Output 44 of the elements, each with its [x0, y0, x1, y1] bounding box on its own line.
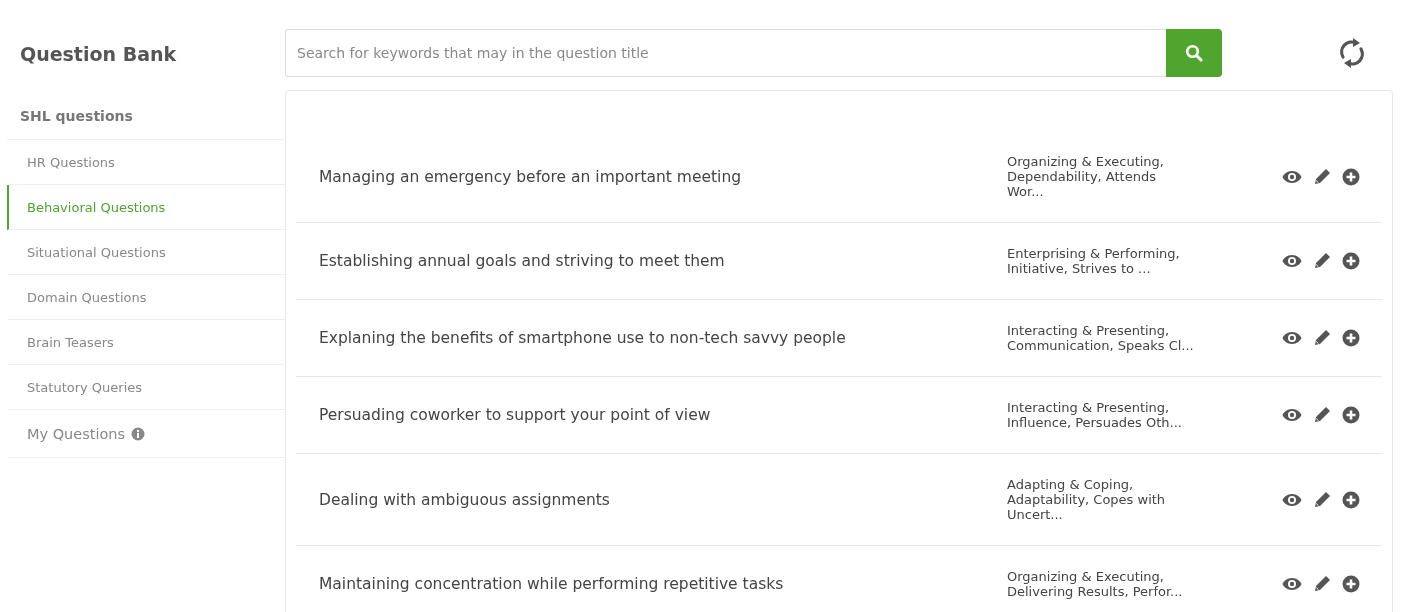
- sidebar-item[interactable]: Brain Teasers: [7, 320, 285, 365]
- pencil-icon[interactable]: [1313, 329, 1331, 347]
- search-icon: [1185, 44, 1203, 62]
- sidebar-item[interactable]: My Questions: [7, 410, 285, 458]
- sidebar-item[interactable]: Behavioral Questions: [7, 185, 285, 230]
- pencil-icon[interactable]: [1313, 167, 1331, 186]
- plus-circle-icon[interactable]: [1342, 490, 1360, 509]
- eye-icon[interactable]: [1282, 254, 1302, 268]
- plus-circle-icon[interactable]: [1342, 167, 1360, 186]
- question-title[interactable]: Maintaining concentration while performing repetitive tasks: [296, 575, 1007, 593]
- question-title[interactable]: Establishing annual goals and striving to meet them: [296, 252, 1007, 270]
- sidebar-item[interactable]: Statutory Queries: [7, 365, 285, 410]
- pencil-icon[interactable]: [1313, 406, 1331, 424]
- eye-icon[interactable]: [1282, 331, 1302, 345]
- question-title[interactable]: Explaning the benefits of smartphone use to non-tech savvy people: [296, 329, 1007, 347]
- plus-circle-icon[interactable]: [1342, 329, 1360, 347]
- sidebar-item[interactable]: Situational Questions: [7, 230, 285, 275]
- question-tags: Adapting & Coping, Adaptability, Copes with Uncert...: [1007, 477, 1222, 522]
- sidebar-item[interactable]: Domain Questions: [7, 275, 285, 320]
- sidebar-item[interactable]: HR Questions: [7, 140, 285, 185]
- eye-icon[interactable]: [1282, 169, 1302, 184]
- eye-icon[interactable]: [1282, 492, 1302, 507]
- refresh-icon[interactable]: [1337, 35, 1367, 71]
- plus-circle-icon[interactable]: [1342, 406, 1360, 424]
- plus-circle-icon[interactable]: [1342, 252, 1360, 270]
- sidebar-title: Question Bank: [19, 42, 178, 67]
- question-tags: Interacting & Presenting, Influence, Persuades Oth...: [1007, 400, 1222, 430]
- question-tags: Interacting & Presenting, Communication, Speaks Cl...: [1007, 323, 1222, 353]
- question-tags: Organizing & Executing, Dependability, Attends Wor...: [1007, 154, 1222, 199]
- question-tags: Organizing & Executing, Delivering Results, Perfor...: [1007, 569, 1222, 599]
- section-heading: SHL questions: [7, 87, 285, 140]
- question-title[interactable]: Dealing with ambiguous assignments: [296, 490, 1007, 509]
- question-tags: Enterprising & Performing, Initiative, Strives to ...: [1007, 246, 1222, 276]
- pencil-icon[interactable]: [1313, 252, 1331, 270]
- question-title[interactable]: Persuading coworker to support your point of view: [296, 406, 1007, 424]
- plus-circle-icon[interactable]: [1342, 575, 1360, 593]
- search-field[interactable]: Search for keywords that may in the question title: [285, 29, 1166, 77]
- pencil-icon[interactable]: [1313, 490, 1331, 509]
- eye-icon[interactable]: [1282, 577, 1302, 591]
- search-button[interactable]: [1166, 29, 1222, 77]
- pencil-icon[interactable]: [1313, 575, 1331, 593]
- question-title[interactable]: Managing an emergency before an important meeting: [296, 167, 1007, 186]
- eye-icon[interactable]: [1282, 408, 1302, 422]
- info-icon[interactable]: [131, 426, 146, 441]
